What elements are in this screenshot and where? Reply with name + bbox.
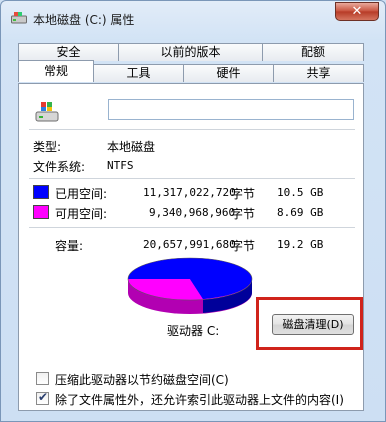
compress-checkbox[interactable]	[36, 372, 49, 385]
tab-previous-versions[interactable]: 以前的版本	[118, 43, 263, 61]
capacity-label: 容量:	[55, 239, 84, 253]
capacity-unit: 字节	[231, 239, 256, 253]
used-space-pie-slice	[128, 258, 190, 279]
free-space-bytes: 9,340,968,960	[149, 206, 236, 219]
tab-tools[interactable]: 工具	[93, 64, 184, 82]
window-title: 本地磁盘 (C:) 属性	[33, 13, 135, 27]
disk-cleanup-button[interactable]: 磁盘清理(D)	[272, 314, 354, 335]
properties-window: 本地磁盘 (C:) 属性 ✕ 安全 以前的版本 配额 常规 工具 硬件 共享 类…	[0, 0, 386, 422]
tab-strip: 安全 以前的版本 配额 常规 工具 硬件 共享	[18, 43, 364, 85]
close-icon: ✕	[351, 4, 363, 19]
drive-icon	[11, 12, 27, 24]
free-space-size: 8.69 GB	[277, 206, 324, 219]
close-button[interactable]: ✕	[335, 2, 379, 21]
used-space-bytes: 11,317,022,720	[143, 186, 236, 199]
tab-hardware[interactable]: 硬件	[183, 64, 274, 82]
filesystem-label: 文件系统:	[33, 160, 86, 174]
index-checkbox[interactable]: ✔	[36, 390, 49, 405]
tab-sharing[interactable]: 共享	[273, 64, 364, 82]
separator	[29, 178, 355, 179]
separator	[29, 129, 355, 130]
title-bar[interactable]: 本地磁盘 (C:) 属性 ✕	[1, 1, 385, 35]
used-space-label: 已用空间:	[55, 187, 108, 201]
disk-usage-pie	[127, 257, 253, 314]
drive-label: 驱动器 C:	[167, 324, 220, 338]
used-space-size: 10.5 GB	[277, 186, 324, 199]
drive-name-input[interactable]	[108, 99, 354, 120]
separator	[29, 227, 355, 228]
capacity-bytes: 20,657,991,680	[143, 238, 236, 251]
general-tab-panel: 类型: 本地磁盘 文件系统: NTFS 已用空间: 11,317,022,720…	[18, 83, 364, 411]
free-space-label: 可用空间:	[55, 207, 108, 221]
used-space-unit: 字节	[231, 187, 256, 201]
tab-security[interactable]: 安全	[18, 43, 119, 61]
windows-drive-icon	[35, 102, 59, 122]
free-space-swatch	[33, 205, 49, 219]
capacity-size: 19.2 GB	[277, 238, 324, 251]
compress-label[interactable]: 压缩此驱动器以节约磁盘空间(C)	[55, 371, 229, 388]
tab-quota[interactable]: 配额	[262, 43, 364, 61]
type-value: 本地磁盘	[107, 140, 156, 154]
type-label: 类型:	[33, 140, 62, 154]
free-space-unit: 字节	[231, 207, 256, 221]
tab-general[interactable]: 常规	[18, 60, 94, 82]
filesystem-value: NTFS	[107, 159, 134, 172]
used-space-swatch	[33, 185, 49, 199]
checkmark-icon: ✔	[38, 390, 49, 404]
index-label[interactable]: 除了文件属性外，还允许索引此驱动器上文件的内容(I)	[55, 391, 344, 408]
